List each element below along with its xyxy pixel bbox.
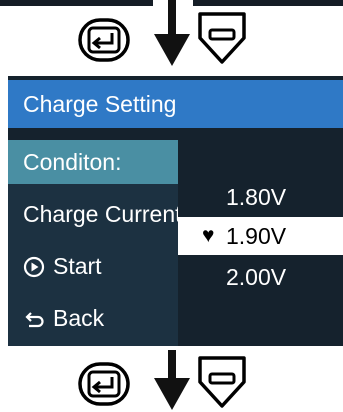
flow-row-bottom — [0, 350, 343, 410]
menu-item-label: Conditon: — [23, 149, 122, 175]
value-dropdown: 1.80V ♥ 1.90V 2.00V — [178, 140, 343, 346]
menu-item-label: Start — [53, 253, 102, 279]
heart-icon: ♥ — [202, 224, 215, 247]
value-option-label: 1.90V — [226, 223, 287, 249]
enter-key-icon — [78, 18, 130, 62]
menu-list: Conditon: Charge Current: Start Back — [8, 140, 178, 346]
menu-item-condition[interactable]: Conditon: — [8, 140, 178, 184]
value-option[interactable]: 1.80V — [178, 178, 343, 216]
minus-key-icon — [198, 12, 246, 64]
minus-key-icon — [198, 356, 246, 408]
menu-item-charge-current[interactable]: Charge Current: — [8, 192, 178, 236]
value-option[interactable]: 2.00V — [178, 258, 343, 296]
value-option-selected[interactable]: ♥ 1.90V — [178, 217, 343, 255]
down-arrow-icon — [154, 350, 190, 410]
title-bar: Charge Setting — [8, 80, 343, 128]
down-arrow-icon — [154, 0, 190, 66]
menu-item-back[interactable]: Back — [8, 296, 178, 340]
menu-item-start[interactable]: Start — [8, 244, 178, 288]
enter-key-icon — [78, 362, 130, 406]
flow-row-top — [0, 0, 343, 68]
value-option-label: 2.00V — [226, 264, 287, 290]
play-circle-icon — [23, 256, 45, 278]
value-option-label: 1.80V — [226, 184, 287, 210]
screen-title: Charge Setting — [23, 91, 177, 117]
device-screen: Charge Setting Conditon: Charge Current:… — [8, 76, 343, 346]
menu-item-label: Charge Current: — [23, 201, 178, 227]
menu-item-label: Back — [53, 305, 105, 331]
back-arrow-icon — [25, 312, 44, 328]
